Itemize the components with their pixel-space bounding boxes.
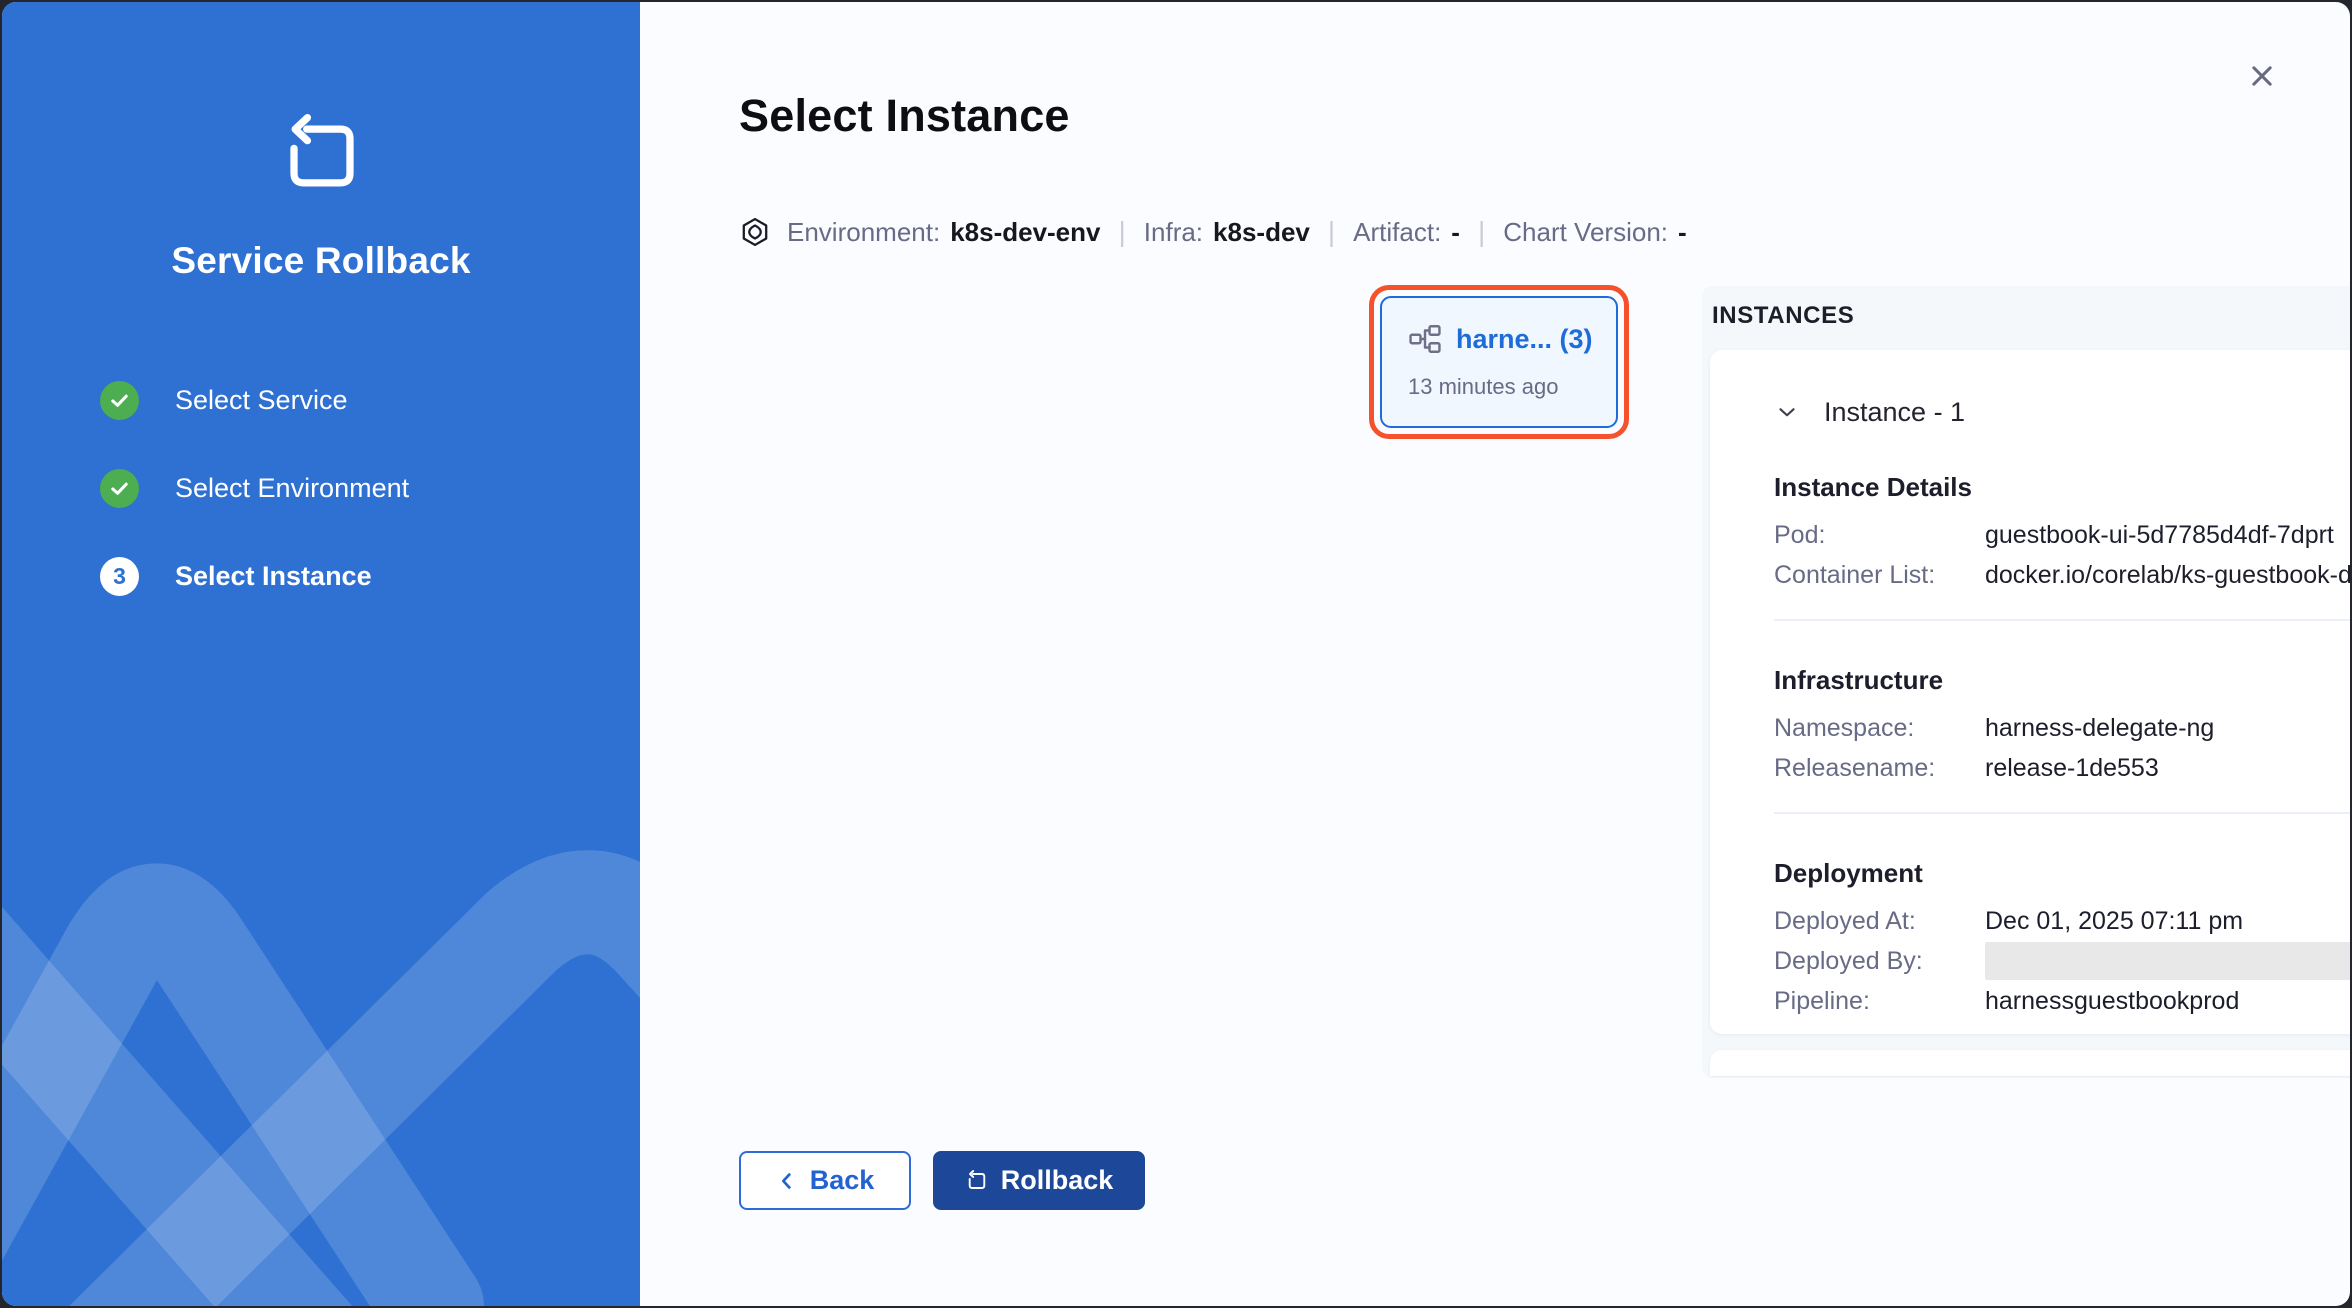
- chevron-left-icon: [776, 1170, 798, 1192]
- annotation-highlight-ring: harne... (3) 13 minutes ago: [1369, 285, 1629, 439]
- row-label: Pod:: [1774, 521, 1985, 550]
- sidebar-step-select-environment[interactable]: Select Environment: [100, 468, 409, 508]
- version-card[interactable]: harne... (3) 13 minutes ago: [1380, 296, 1618, 428]
- sidebar-step-select-instance[interactable]: 3 Select Instance: [100, 556, 372, 596]
- instance-card: Instance - 1 Instance Details Pod: guest…: [1710, 350, 2350, 1034]
- row-label: Deployed By:: [1774, 947, 1985, 976]
- detail-row-deployed-at: Deployed At: Dec 01, 2025 07:11 pm: [1774, 901, 2350, 941]
- row-value: docker.io/corelab/ks-guestbook-demo:0.2: [1985, 561, 2350, 590]
- group-title-deployment: Deployment: [1774, 858, 2350, 889]
- infra-label: Infra:: [1144, 217, 1203, 248]
- footer-actions: Back Rollback: [739, 1151, 1145, 1210]
- separator: |: [1101, 216, 1144, 248]
- rollback-button[interactable]: Rollback: [933, 1151, 1145, 1210]
- separator: |: [1310, 216, 1353, 248]
- row-value: harness-delegate-ng: [1985, 714, 2214, 743]
- infra-value: k8s-dev: [1213, 217, 1310, 248]
- close-icon[interactable]: [2240, 54, 2284, 98]
- redacted-value-box: [1985, 942, 2350, 980]
- chevron-down-icon: [1774, 399, 1800, 425]
- detail-row-pipeline: Pipeline: harnessguestbookprod: [1774, 981, 2350, 1021]
- rollback-icon: [276, 110, 368, 202]
- instance-expand-header[interactable]: Instance - 1: [1774, 394, 2350, 430]
- back-button-label: Back: [810, 1165, 875, 1196]
- step-number-badge: 3: [100, 557, 139, 596]
- chart-version-label: Chart Version:: [1503, 217, 1668, 248]
- step-label: Select Instance: [175, 561, 372, 592]
- page-title: Select Instance: [739, 90, 1070, 142]
- back-button[interactable]: Back: [739, 1151, 911, 1210]
- version-name: harne... (3): [1456, 324, 1593, 355]
- detail-row-pod: Pod: guestbook-ui-5d7785d4df-7dprt: [1774, 515, 2350, 555]
- next-instance-card-partial[interactable]: [1710, 1050, 2350, 1076]
- separator: |: [1460, 216, 1503, 248]
- row-label: Releasename:: [1774, 754, 1985, 783]
- detail-row-deployed-by: Deployed By:: [1774, 941, 2350, 981]
- sidebar: Service Rollback Select Service Select E…: [2, 2, 640, 1306]
- instances-panel: INSTANCES Instance - 1 Instance Details …: [1702, 286, 2350, 1078]
- group-title-infrastructure: Infrastructure: [1774, 665, 2350, 696]
- wizard-title: Service Rollback: [2, 240, 640, 282]
- row-label: Pipeline:: [1774, 987, 1985, 1016]
- rollback-icon: [965, 1169, 989, 1193]
- row-label: Deployed At:: [1774, 907, 1985, 936]
- step-label: Select Environment: [175, 473, 409, 504]
- detail-row-namespace: Namespace: harness-delegate-ng: [1774, 708, 2350, 748]
- artifact-value: -: [1451, 217, 1460, 248]
- row-value: release-1de553: [1985, 754, 2159, 783]
- environment-label: Environment:: [787, 217, 940, 248]
- hierarchy-icon: [1408, 322, 1442, 356]
- main-panel: Select Instance Environment: k8s-dev-env…: [640, 2, 2350, 1306]
- detail-row-container-list: Container List: docker.io/corelab/ks-gue…: [1774, 555, 2350, 595]
- environment-icon: [739, 216, 771, 248]
- row-label: Container List:: [1774, 561, 1985, 590]
- instances-section-label: INSTANCES: [1712, 302, 1854, 330]
- environment-summary-row: Environment: k8s-dev-env | Infra: k8s-de…: [739, 212, 1687, 252]
- version-time: 13 minutes ago: [1408, 374, 1590, 400]
- step-label: Select Service: [175, 385, 348, 416]
- instance-title: Instance - 1: [1824, 397, 1965, 428]
- detail-row-releasename: Releasename: release-1de553: [1774, 748, 2350, 788]
- chart-version-value: -: [1678, 217, 1687, 248]
- sidebar-step-select-service[interactable]: Select Service: [100, 380, 348, 420]
- section-divider: [1774, 812, 2350, 814]
- row-label: Namespace:: [1774, 714, 1985, 743]
- row-value: guestbook-ui-5d7785d4df-7dprt: [1985, 521, 2334, 550]
- rollback-button-label: Rollback: [1001, 1165, 1114, 1196]
- row-value: Dec 01, 2025 07:11 pm: [1985, 907, 2243, 936]
- environment-value: k8s-dev-env: [950, 217, 1100, 248]
- step-done-icon: [100, 469, 139, 508]
- harness-logo-watermark: [2, 836, 640, 1306]
- group-title-instance-details: Instance Details: [1774, 472, 2350, 503]
- service-rollback-modal: Service Rollback Select Service Select E…: [2, 2, 2350, 1306]
- section-divider: [1774, 619, 2350, 621]
- step-done-icon: [100, 381, 139, 420]
- row-value: harnessguestbookprod: [1985, 987, 2239, 1016]
- artifact-label: Artifact:: [1353, 217, 1441, 248]
